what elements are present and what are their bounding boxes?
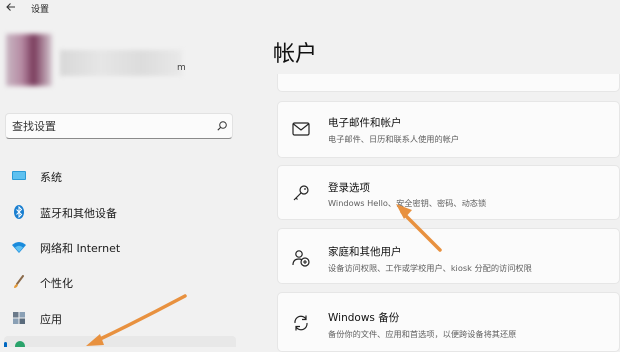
card-title: 家庭和其他用户 — [328, 246, 402, 258]
card-subtitle: 电子邮件、日历和联系人使用的帐户 — [328, 134, 460, 144]
search-box[interactable] — [5, 113, 233, 139]
card-family-users[interactable]: 家庭和其他用户 设备访问权限、工作或学校用户、kiosk 分配的访问权限 — [277, 228, 620, 284]
card-subtitle: 设备访问权限、工作或学校用户、kiosk 分配的访问权限 — [328, 263, 532, 273]
mail-icon — [292, 122, 310, 136]
page-title: 帐户 — [273, 42, 318, 67]
card-subtitle: Windows Hello、安全密钥、密码、动态锁 — [328, 198, 487, 208]
brush-icon — [14, 275, 24, 288]
family-icon — [292, 250, 310, 267]
card-subtitle: 备份你的文件、应用和首选项，以便跨设备将其还原 — [328, 329, 517, 339]
sidebar-item-label: 应用 — [40, 313, 62, 326]
app-title: 设置 — [31, 5, 50, 15]
sidebar-item-label: 网络和 Internet — [40, 242, 121, 255]
back-arrow-icon[interactable] — [5, 1, 17, 13]
sidebar-item-bluetooth[interactable]: 蓝牙和其他设备 — [0, 196, 240, 226]
sidebar-item-accounts[interactable] — [4, 336, 236, 347]
card-title: 电子邮件和帐户 — [328, 117, 402, 129]
search-icon[interactable] — [216, 120, 228, 132]
card-title: 登录选项 — [328, 182, 370, 194]
account-icon — [15, 341, 25, 347]
key-icon — [293, 185, 309, 201]
card-partial-top — [277, 74, 620, 92]
backup-icon — [294, 315, 308, 331]
card-title: Windows 备份 — [328, 312, 400, 324]
bluetooth-icon — [14, 205, 24, 219]
search-input[interactable] — [12, 118, 202, 134]
sidebar-item-label: 蓝牙和其他设备 — [40, 207, 117, 220]
card-windows-backup[interactable]: Windows 备份 备份你的文件、应用和首选项，以便跨设备将其还原 — [277, 292, 620, 352]
avatar[interactable] — [6, 34, 52, 86]
card-sign-in-options[interactable]: 登录选项 Windows Hello、安全密钥、密码、动态锁 — [277, 165, 620, 220]
wifi-icon — [12, 242, 26, 253]
selection-indicator — [4, 342, 7, 347]
card-email-accounts[interactable]: 电子邮件和帐户 电子邮件、日历和联系人使用的帐户 — [277, 101, 620, 158]
sidebar-item-personalization[interactable]: 个性化 — [0, 266, 240, 296]
sidebar-item-network[interactable]: 网络和 Internet — [0, 231, 240, 261]
user-info-blurred — [60, 50, 182, 76]
user-name-suffix: m — [177, 63, 186, 73]
sidebar-item-apps[interactable]: 应用 — [0, 302, 240, 332]
sidebar-item-system[interactable]: 系统 — [0, 160, 240, 190]
apps-icon — [13, 312, 25, 324]
sidebar-item-label: 个性化 — [40, 277, 73, 290]
title-bar: 设置 — [0, 0, 620, 16]
sidebar-item-label: 系统 — [40, 171, 62, 184]
monitor-icon — [12, 171, 26, 180]
